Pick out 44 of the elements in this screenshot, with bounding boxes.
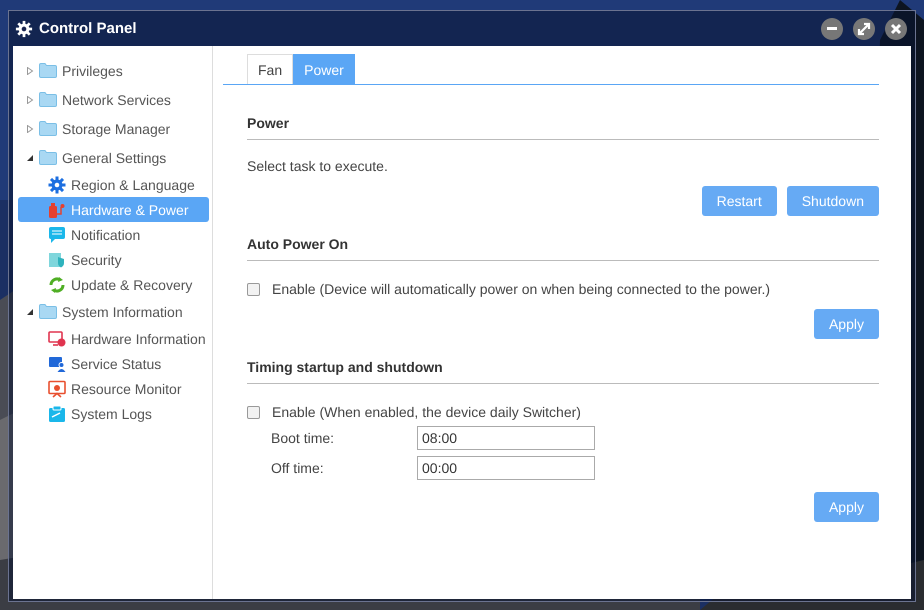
refresh-icon — [48, 276, 66, 294]
folder-icon — [39, 92, 57, 107]
time-field[interactable]: 08:00 — [417, 426, 595, 450]
folder-icon — [39, 304, 57, 319]
minus-icon — [827, 27, 837, 30]
expander-icon[interactable] — [26, 154, 34, 162]
tree-item[interactable]: System Logs — [18, 401, 209, 426]
expander-icon[interactable] — [26, 308, 34, 316]
time-field[interactable]: 00:00 — [417, 456, 595, 480]
chat-icon — [48, 226, 66, 244]
checkbox[interactable] — [247, 406, 260, 418]
clipboard-icon — [48, 404, 66, 422]
tree-item[interactable]: Notification — [18, 222, 209, 247]
field-label: Off time: — [271, 460, 325, 476]
tree-item[interactable]: Service Status — [18, 351, 209, 376]
plug-icon — [48, 200, 66, 218]
tree-item[interactable]: System Information — [18, 297, 209, 326]
tree-item[interactable]: General Settings — [18, 143, 209, 172]
tab[interactable]: Fan — [247, 54, 294, 84]
tree-item[interactable]: Update & Recovery — [18, 272, 209, 297]
monitor-alert-icon — [48, 330, 66, 348]
tree-item[interactable]: Hardware Information — [18, 326, 209, 351]
tree-item[interactable]: Storage Manager — [18, 114, 209, 143]
folder-icon — [39, 150, 57, 165]
checkbox[interactable] — [247, 282, 260, 296]
folder-icon — [39, 63, 57, 78]
section-heading: Timing startup and shutdown — [247, 339, 879, 384]
section-heading: Auto Power On — [247, 216, 879, 261]
shield-icon — [48, 250, 66, 268]
monitor-chart-icon — [48, 380, 66, 398]
monitor-user-icon — [48, 354, 66, 372]
description-text: Select task to execute. — [247, 157, 389, 174]
folder-icon — [39, 121, 57, 136]
tree-item[interactable]: Region & Language — [18, 172, 209, 197]
tree-item[interactable]: Resource Monitor — [18, 376, 209, 401]
checkbox-label: Enable (When enabled, the device daily Switcher) — [272, 404, 581, 420]
tree-item[interactable]: Security — [18, 247, 209, 272]
tree-item[interactable]: Network Services — [18, 85, 209, 114]
checkbox-label: Enable (Device will automatically power on when being connected to the power.) — [272, 281, 770, 297]
section-heading: Power — [247, 85, 879, 140]
gear-icon — [48, 176, 66, 194]
field-label: Boot time: — [271, 430, 336, 446]
window-title: Control Panel — [39, 20, 137, 37]
tree-item[interactable]: Privileges — [18, 56, 209, 85]
